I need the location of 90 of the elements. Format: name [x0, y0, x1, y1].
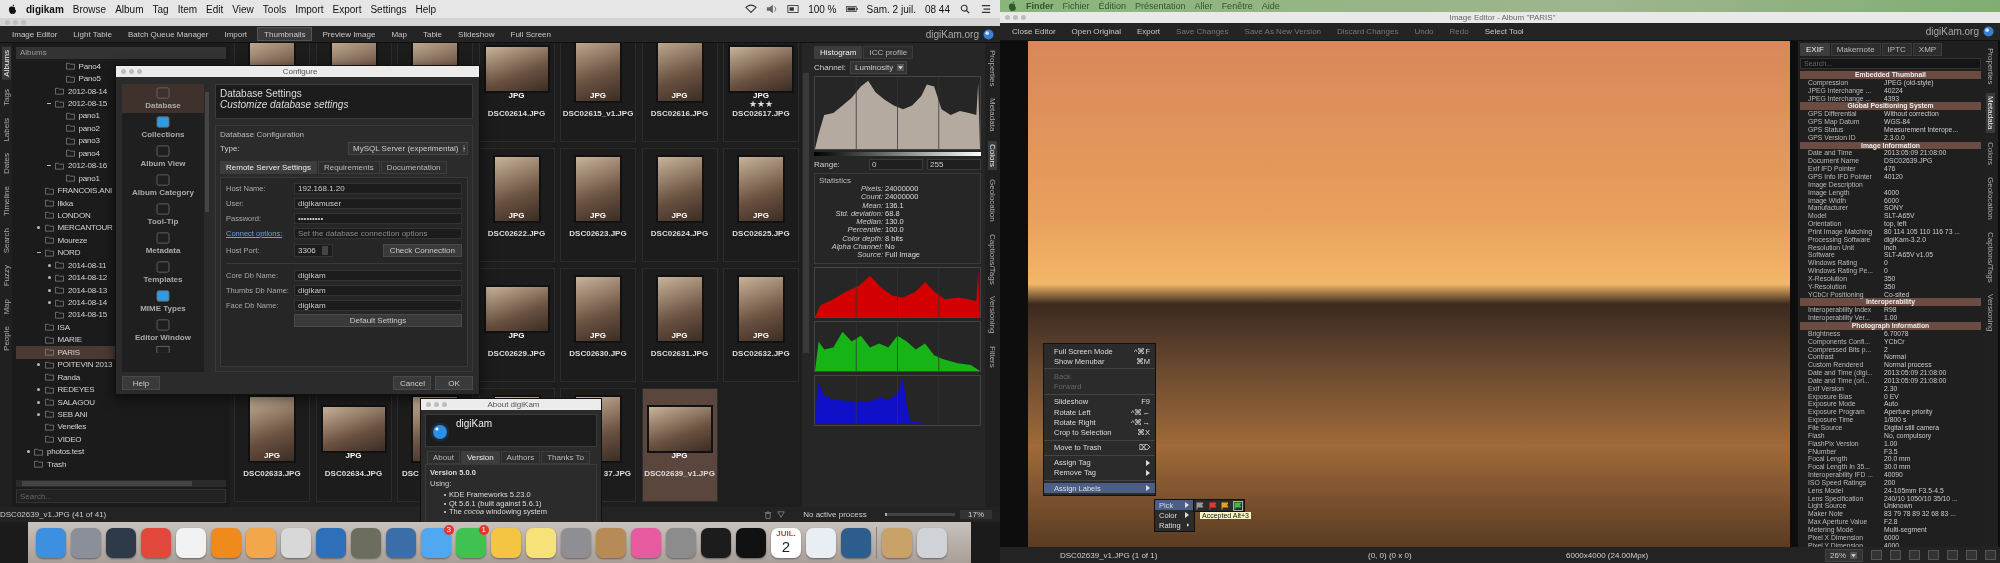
- format-label: JPG: [671, 451, 688, 460]
- file-name: DSC02639_v1.JPG: [644, 469, 715, 478]
- album-name: photos.test: [47, 447, 84, 457]
- notification-badge: 1: [478, 524, 489, 535]
- file-name: DSC02632.JPG: [732, 349, 790, 358]
- image-size: 6000x4000 (24.00Mpx): [1566, 550, 1649, 560]
- album-name: 2012-08-16: [68, 161, 107, 171]
- album-name: FRANCOIS.ANI: [57, 186, 112, 196]
- format-label: JPG: [671, 331, 688, 340]
- file-name: DSC02629.JPG: [487, 349, 546, 358]
- album-name: MARIE: [57, 335, 82, 345]
- format-label: JPG: [345, 451, 362, 460]
- file-name: DSC02617.JPG: [732, 109, 790, 118]
- album-name: VIDEO: [57, 434, 82, 444]
- album-name: NORD: [57, 248, 81, 258]
- status-text: DSC02639_v1.JPG (1 of 1): [1060, 550, 1159, 560]
- file-name: DSC02615_v1.JPG: [562, 109, 634, 118]
- notification-badge: 3: [443, 524, 454, 535]
- file-name: DSC02622.JPG: [487, 229, 546, 238]
- calendar-day: 2: [781, 537, 791, 555]
- file-name: DSC02624.JPG: [650, 229, 709, 238]
- album-name: Pano4: [78, 61, 101, 71]
- file-name: DSC02633.JPG: [243, 469, 301, 478]
- battery-percent: 100 %: [808, 3, 837, 15]
- album-name: 2012-08-14: [68, 86, 107, 96]
- album-name: Venelles: [57, 422, 87, 432]
- dialog-title: Configure: [281, 67, 319, 76]
- album-name: pano1: [78, 111, 100, 121]
- format-label: JPG: [590, 91, 606, 100]
- album-name: pano1: [78, 173, 100, 183]
- album-name: Randa: [57, 372, 81, 382]
- album-name: Pano5: [78, 74, 101, 84]
- album-name: 2014-08-15: [68, 310, 107, 320]
- field-label: Range:: [814, 160, 840, 169]
- format-label: JPG: [508, 331, 525, 340]
- status-text: DSC02639_v1.JPG (41 of 41): [0, 510, 107, 519]
- format-label: JPG: [671, 211, 688, 220]
- album-name: SALAGOU: [57, 397, 95, 407]
- album-name: PARIS: [57, 347, 80, 357]
- album-name: MERCANTOUR: [57, 223, 113, 233]
- file-name: 37.JPG: [603, 469, 631, 478]
- album-name: pano3: [78, 136, 100, 146]
- album-name: LONDON: [57, 210, 91, 220]
- page-heading: Database Settings: [220, 88, 302, 99]
- process-status: No active process: [802, 510, 868, 519]
- album-name: 2014-08-13: [68, 285, 107, 295]
- field-label: Channel:: [814, 63, 847, 72]
- album-name: 2012-08-15: [68, 99, 107, 109]
- album-name: REDEYES: [57, 385, 95, 395]
- file-name: DSC02631.JPG: [650, 349, 709, 358]
- album-name: 2014-08-12: [68, 273, 107, 283]
- window-title: Image Editor - Album "PARIS": [1448, 13, 1557, 22]
- format-label: JPG: [671, 91, 688, 100]
- format-label: JPG: [508, 91, 525, 100]
- format-label: JPG: [753, 211, 769, 220]
- album-name: ISA: [57, 322, 70, 332]
- album-name: pano4: [78, 148, 100, 158]
- album-name: pano2: [78, 123, 100, 133]
- file-name: DSC02623.JPG: [569, 229, 627, 238]
- panel-header: Albums: [16, 47, 226, 59]
- group-title: Database Configuration: [220, 130, 306, 139]
- format-label: JPG: [753, 91, 769, 100]
- format-label: JPG: [508, 211, 525, 220]
- cursor-position: (0, 0) (0 x 0): [1368, 550, 1413, 560]
- format-label: JPG: [590, 331, 606, 340]
- field-label: Type:: [220, 144, 240, 153]
- star-icon: ★: [765, 100, 773, 109]
- album-name: SEB ANI: [57, 409, 88, 419]
- group-title: Statistics: [818, 176, 852, 185]
- star-icon: ★: [757, 100, 765, 109]
- file-name: DSC02625.JPG: [732, 229, 790, 238]
- album-name: Ilkka: [57, 198, 73, 208]
- dialog-title: About digiKam: [486, 400, 541, 409]
- album-name: Moureze: [57, 235, 88, 245]
- format-label: JPG: [753, 331, 769, 340]
- format-label: JPG: [590, 211, 606, 220]
- format-label: JPG: [264, 451, 280, 460]
- file-name: DSC02616.JPG: [650, 109, 709, 118]
- file-name: DSC02614.JPG: [487, 109, 546, 118]
- file-name: DSC: [402, 469, 419, 478]
- album-name: Trash: [47, 459, 67, 469]
- page-subheading: Customize database settings: [220, 99, 350, 110]
- app-name: digiKam: [456, 418, 493, 429]
- album-name: POITEVIN 2013: [57, 360, 113, 370]
- file-name: DSC02630.JPG: [569, 349, 627, 358]
- album-name: 2014-08-11: [68, 260, 107, 270]
- file-name: DSC02634.JPG: [324, 469, 383, 478]
- calendar-month: JUIL.: [776, 528, 796, 538]
- star-icon: ★: [749, 100, 757, 109]
- album-name: 2014-08-14: [68, 298, 107, 308]
